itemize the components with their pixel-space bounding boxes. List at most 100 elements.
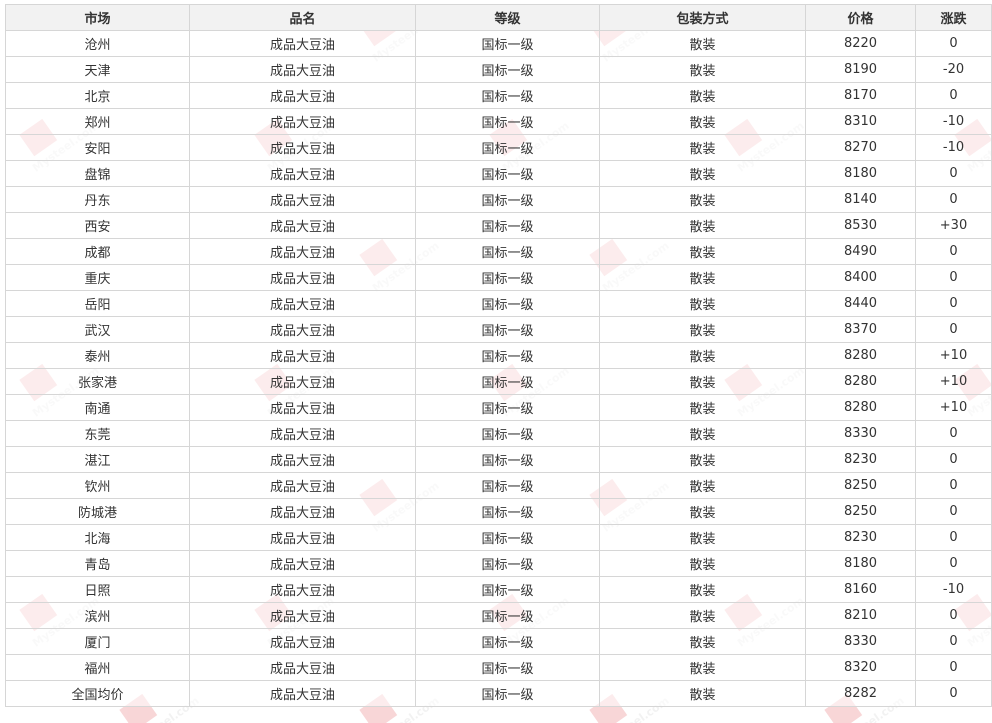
cell-grade: 国标一级 (415, 30, 600, 57)
cell-grade: 国标一级 (415, 550, 600, 577)
table-row: 天津 成品大豆油 国标一级 散装 8190 -20 (5, 56, 992, 83)
cell-change: 0 (915, 30, 992, 57)
cell-packaging: 散装 (599, 56, 806, 83)
cell-market: 丹东 (5, 186, 190, 213)
cell-change: -10 (915, 108, 992, 135)
cell-market: 安阳 (5, 134, 190, 161)
cell-grade: 国标一级 (415, 394, 600, 421)
table-row: 西安 成品大豆油 国标一级 散装 8530 +30 (5, 212, 992, 239)
cell-grade: 国标一级 (415, 602, 600, 629)
cell-product: 成品大豆油 (189, 212, 416, 239)
cell-change: 0 (915, 472, 992, 499)
cell-market: 西安 (5, 212, 190, 239)
cell-packaging: 散装 (599, 446, 806, 473)
table-row: 东莞 成品大豆油 国标一级 散装 8330 0 (5, 420, 992, 447)
cell-grade: 国标一级 (415, 108, 600, 135)
cell-market: 全国均价 (5, 680, 190, 707)
cell-packaging: 散装 (599, 472, 806, 499)
cell-price: 8330 (805, 420, 916, 447)
cell-change: 0 (915, 602, 992, 629)
cell-change: 0 (915, 420, 992, 447)
cell-price: 8250 (805, 472, 916, 499)
cell-market: 厦门 (5, 628, 190, 655)
cell-packaging: 散装 (599, 602, 806, 629)
cell-product: 成品大豆油 (189, 524, 416, 551)
table-row: 岳阳 成品大豆油 国标一级 散装 8440 0 (5, 290, 992, 317)
cell-packaging: 散装 (599, 30, 806, 57)
cell-price: 8490 (805, 238, 916, 265)
cell-market: 武汉 (5, 316, 190, 343)
table-row: 厦门 成品大豆油 国标一级 散装 8330 0 (5, 628, 992, 655)
cell-price: 8320 (805, 654, 916, 681)
cell-market: 滨州 (5, 602, 190, 629)
cell-packaging: 散装 (599, 160, 806, 187)
price-table: 市场 品名 等级 包装方式 价格 涨跌 沧州 成品大豆油 国标一级 散装 8220 0 天津… (5, 4, 992, 707)
cell-product: 成品大豆油 (189, 264, 416, 291)
cell-product: 成品大豆油 (189, 238, 416, 265)
cell-change: 0 (915, 238, 992, 265)
table-row: 郑州 成品大豆油 国标一级 散装 8310 -10 (5, 108, 992, 135)
cell-change: +10 (915, 394, 992, 421)
cell-price: 8140 (805, 186, 916, 213)
cell-price: 8180 (805, 160, 916, 187)
cell-product: 成品大豆油 (189, 680, 416, 707)
cell-product: 成品大豆油 (189, 108, 416, 135)
table-row: 南通 成品大豆油 国标一级 散装 8280 +10 (5, 394, 992, 421)
cell-grade: 国标一级 (415, 82, 600, 109)
cell-grade: 国标一级 (415, 186, 600, 213)
cell-grade: 国标一级 (415, 316, 600, 343)
cell-product: 成品大豆油 (189, 498, 416, 525)
cell-market: 钦州 (5, 472, 190, 499)
cell-change: -20 (915, 56, 992, 83)
table-row: 北海 成品大豆油 国标一级 散装 8230 0 (5, 524, 992, 551)
cell-market: 重庆 (5, 264, 190, 291)
cell-grade: 国标一级 (415, 576, 600, 603)
cell-product: 成品大豆油 (189, 30, 416, 57)
cell-price: 8170 (805, 82, 916, 109)
cell-packaging: 散装 (599, 108, 806, 135)
cell-market: 岳阳 (5, 290, 190, 317)
cell-price: 8440 (805, 290, 916, 317)
cell-price: 8282 (805, 680, 916, 707)
cell-price: 8400 (805, 264, 916, 291)
cell-price: 8180 (805, 550, 916, 577)
cell-price: 8370 (805, 316, 916, 343)
header-change: 涨跌 (915, 4, 992, 31)
table-row: 福州 成品大豆油 国标一级 散装 8320 0 (5, 654, 992, 681)
cell-change: 0 (915, 654, 992, 681)
table-row: 武汉 成品大豆油 国标一级 散装 8370 0 (5, 316, 992, 343)
table-row: 湛江 成品大豆油 国标一级 散装 8230 0 (5, 446, 992, 473)
table-row: 青岛 成品大豆油 国标一级 散装 8180 0 (5, 550, 992, 577)
cell-price: 8530 (805, 212, 916, 239)
cell-market: 北海 (5, 524, 190, 551)
cell-change: -10 (915, 134, 992, 161)
cell-product: 成品大豆油 (189, 134, 416, 161)
cell-change: 0 (915, 82, 992, 109)
table-row: 成都 成品大豆油 国标一级 散装 8490 0 (5, 238, 992, 265)
cell-price: 8280 (805, 368, 916, 395)
cell-product: 成品大豆油 (189, 654, 416, 681)
cell-grade: 国标一级 (415, 446, 600, 473)
cell-packaging: 散装 (599, 680, 806, 707)
table-row: 钦州 成品大豆油 国标一级 散装 8250 0 (5, 472, 992, 499)
cell-product: 成品大豆油 (189, 602, 416, 629)
cell-market: 天津 (5, 56, 190, 83)
cell-product: 成品大豆油 (189, 186, 416, 213)
cell-product: 成品大豆油 (189, 472, 416, 499)
cell-change: 0 (915, 550, 992, 577)
cell-change: +30 (915, 212, 992, 239)
cell-product: 成品大豆油 (189, 82, 416, 109)
header-market: 市场 (5, 4, 190, 31)
cell-change: 0 (915, 628, 992, 655)
cell-product: 成品大豆油 (189, 316, 416, 343)
cell-change: 0 (915, 680, 992, 707)
cell-market: 北京 (5, 82, 190, 109)
cell-product: 成品大豆油 (189, 342, 416, 369)
cell-packaging: 散装 (599, 524, 806, 551)
cell-grade: 国标一级 (415, 56, 600, 83)
cell-packaging: 散装 (599, 212, 806, 239)
table-row: 沧州 成品大豆油 国标一级 散装 8220 0 (5, 30, 992, 57)
cell-change: +10 (915, 368, 992, 395)
header-price: 价格 (805, 4, 916, 31)
cell-packaging: 散装 (599, 264, 806, 291)
